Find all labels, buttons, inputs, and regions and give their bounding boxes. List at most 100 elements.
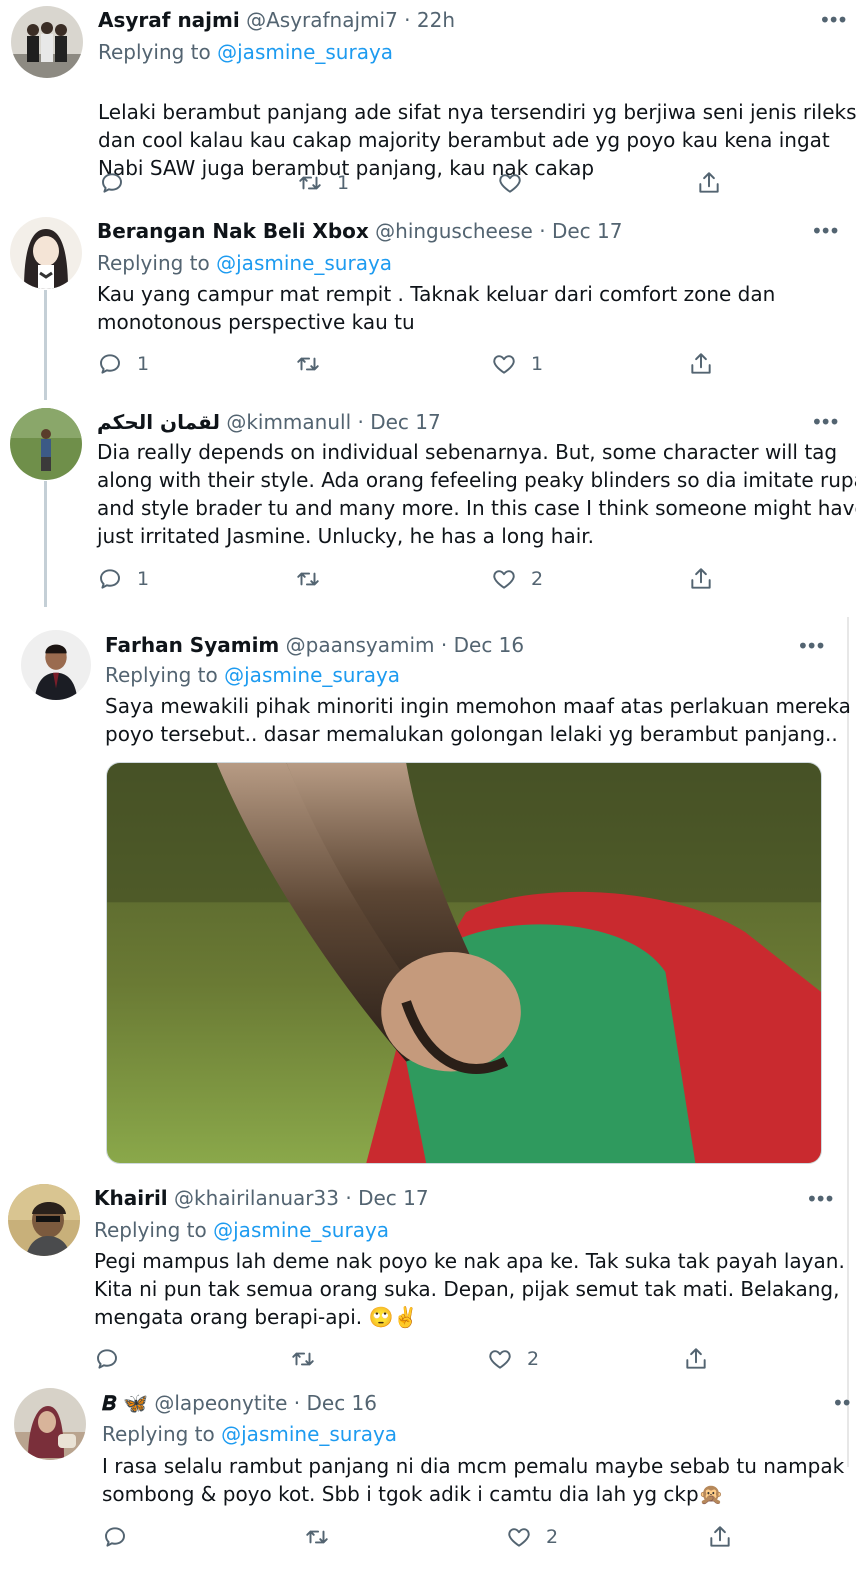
like-button[interactable]: 2 bbox=[487, 1345, 539, 1373]
user-handle[interactable]: @lapeonytite bbox=[154, 1391, 287, 1415]
share-button[interactable] bbox=[696, 169, 722, 197]
timestamp[interactable]: Dec 17 bbox=[358, 1186, 429, 1210]
retweet-icon bbox=[290, 1346, 316, 1372]
tweet-text-line: Pegi mampus lah deme nak poyo ke nak apa… bbox=[94, 1249, 845, 1273]
share-button[interactable] bbox=[683, 1345, 709, 1373]
reply-button[interactable] bbox=[99, 169, 139, 197]
display-name[interactable]: 𝑩 🦋 bbox=[102, 1391, 148, 1415]
replying-to: Replying to @jasmine_suraya bbox=[105, 661, 400, 689]
share-button[interactable] bbox=[688, 350, 714, 378]
tweet-text-line: just irritated Jasmine. Unlucky, he has … bbox=[97, 524, 595, 548]
user-handle[interactable]: @khairilanuar33 bbox=[174, 1186, 339, 1210]
user-handle[interactable]: @Asyrafnajmi7 bbox=[246, 8, 398, 32]
like-count: 2 bbox=[531, 568, 544, 590]
mention-link[interactable]: @jasmine_suraya bbox=[217, 40, 393, 64]
timestamp[interactable]: Dec 16 bbox=[454, 633, 525, 657]
mention-link[interactable]: @jasmine_suraya bbox=[221, 1422, 397, 1446]
tweet-header: Farhan Syamim @paansyamim · Dec 16 bbox=[105, 631, 524, 659]
separator: · bbox=[345, 1186, 352, 1210]
avatar[interactable] bbox=[10, 217, 82, 289]
thread-line bbox=[44, 481, 47, 607]
share-icon bbox=[683, 1346, 709, 1372]
more-icon[interactable]: •• bbox=[832, 1393, 853, 1413]
timestamp[interactable]: Dec 16 bbox=[307, 1391, 378, 1415]
timestamp[interactable]: Dec 17 bbox=[552, 219, 623, 243]
avatar[interactable] bbox=[8, 1184, 80, 1256]
user-handle[interactable]: @paansyamim bbox=[286, 633, 435, 657]
tweet-header: لقمان الحكم @kimmanull · Dec 17 bbox=[97, 408, 441, 436]
share-button[interactable] bbox=[707, 1523, 733, 1551]
timestamp[interactable]: Dec 17 bbox=[370, 410, 441, 434]
share-button[interactable] bbox=[688, 565, 714, 593]
like-button[interactable]: 2 bbox=[491, 565, 543, 593]
like-button[interactable]: 2 bbox=[506, 1523, 558, 1551]
tweet-text-line: sombong & poyo kot. Sbb i tgok adik i ca… bbox=[102, 1482, 724, 1506]
tweet-text-line: Kita ni pun tak semua orang suka. Depan,… bbox=[94, 1277, 840, 1301]
share-icon bbox=[688, 351, 714, 377]
replying-label: Replying to bbox=[98, 40, 211, 64]
tweet-media-image[interactable] bbox=[106, 762, 822, 1164]
reply-icon bbox=[102, 1524, 128, 1550]
retweet-icon bbox=[297, 170, 323, 196]
retweet-button[interactable] bbox=[295, 350, 335, 378]
display-name[interactable]: Farhan Syamim bbox=[105, 633, 279, 657]
replying-to: Replying to @jasmine_suraya bbox=[98, 38, 393, 66]
heart-icon bbox=[491, 351, 517, 377]
more-icon[interactable]: ••• bbox=[806, 1189, 835, 1209]
heart-icon bbox=[497, 170, 523, 196]
retweet-icon bbox=[295, 566, 321, 592]
mention-link[interactable]: @jasmine_suraya bbox=[213, 1218, 389, 1242]
reply-icon bbox=[94, 1346, 120, 1372]
reply-button[interactable]: 1 bbox=[97, 350, 149, 378]
like-button[interactable] bbox=[497, 169, 537, 197]
reply-count: 1 bbox=[137, 353, 150, 375]
tweet-text-line: Saya mewakili pihak minoriti ingin memoh… bbox=[105, 694, 856, 718]
separator: · bbox=[293, 1391, 301, 1415]
user-handle[interactable]: @hinguscheese bbox=[375, 219, 533, 243]
separator: · bbox=[539, 219, 546, 243]
thread-line bbox=[44, 290, 47, 400]
display-name[interactable]: Khairil bbox=[94, 1186, 168, 1210]
avatar[interactable] bbox=[14, 1388, 86, 1460]
tweet-text-line: dan cool kalau kau cakap majority beramb… bbox=[98, 128, 830, 152]
retweet-count: 1 bbox=[337, 172, 350, 194]
mention-link[interactable]: @jasmine_suraya bbox=[224, 663, 400, 687]
replying-label: Replying to bbox=[105, 663, 218, 687]
retweet-button[interactable]: 1 bbox=[297, 169, 349, 197]
avatar[interactable] bbox=[10, 408, 82, 480]
avatar[interactable] bbox=[21, 630, 91, 700]
display-name[interactable]: Berangan Nak Beli Xbox bbox=[97, 219, 369, 243]
replying-to: Replying to @jasmine_suraya bbox=[102, 1420, 397, 1448]
mention-link[interactable]: @jasmine_suraya bbox=[216, 251, 392, 275]
more-icon[interactable]: ••• bbox=[797, 636, 826, 656]
separator: · bbox=[404, 8, 411, 32]
more-icon[interactable]: ••• bbox=[811, 221, 840, 241]
reply-icon bbox=[99, 170, 125, 196]
display-name[interactable]: Asyraf najmi bbox=[98, 8, 240, 32]
retweet-button[interactable] bbox=[304, 1523, 344, 1551]
retweet-icon bbox=[295, 351, 321, 377]
scrollbar-track[interactable] bbox=[847, 617, 849, 1467]
tweet-text-line: I rasa selalu rambut panjang ni dia mcm … bbox=[102, 1454, 845, 1478]
avatar[interactable] bbox=[11, 6, 83, 78]
like-button[interactable]: 1 bbox=[491, 350, 543, 378]
like-count: 2 bbox=[527, 1348, 540, 1370]
retweet-button[interactable] bbox=[290, 1345, 330, 1373]
share-icon bbox=[696, 170, 722, 196]
timestamp[interactable]: 22h bbox=[417, 8, 455, 32]
reply-button[interactable] bbox=[94, 1345, 134, 1373]
heart-icon bbox=[506, 1524, 532, 1550]
more-icon[interactable]: ••• bbox=[811, 412, 840, 432]
like-count: 2 bbox=[546, 1526, 559, 1548]
more-icon[interactable]: ••• bbox=[819, 10, 848, 30]
separator: · bbox=[357, 410, 364, 434]
reply-button[interactable] bbox=[102, 1523, 142, 1551]
reply-button[interactable]: 1 bbox=[97, 565, 149, 593]
retweet-button[interactable] bbox=[295, 565, 335, 593]
user-handle[interactable]: @kimmanull bbox=[226, 410, 351, 434]
tweet-text-line: and style brader tu and many more. In th… bbox=[97, 496, 856, 520]
tweet-text-line: Dia really depends on individual sebenar… bbox=[97, 440, 838, 464]
retweet-icon bbox=[304, 1524, 330, 1550]
display-name[interactable]: لقمان الحكم bbox=[97, 410, 220, 434]
tweet-text-line: monotonous perspective kau tu bbox=[97, 310, 415, 334]
